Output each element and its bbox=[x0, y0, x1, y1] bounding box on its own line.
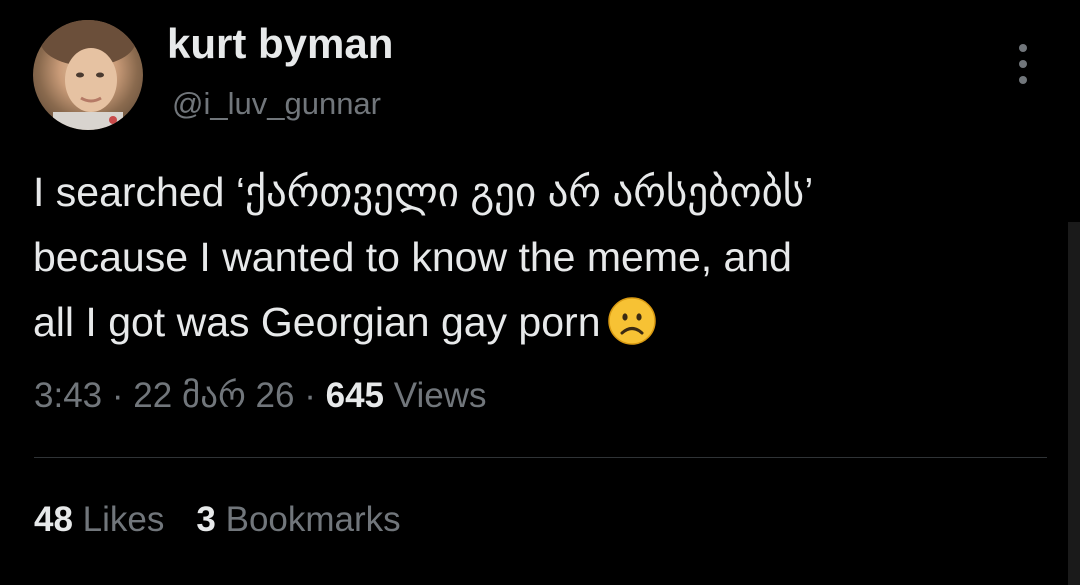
tweet-meta: 3:43 · 22 მარ 26 · 645 Views bbox=[34, 376, 486, 416]
meta-separator: · bbox=[111, 376, 124, 415]
frowning-face-icon bbox=[607, 296, 657, 346]
tweet-time[interactable]: 3:43 bbox=[34, 376, 102, 415]
bookmarks-stat[interactable]: 3 Bookmarks bbox=[196, 500, 400, 539]
likes-stat[interactable]: 48 Likes bbox=[34, 500, 164, 539]
tweet-text-line: because I wanted to know the meme, and bbox=[33, 234, 792, 280]
user-handle[interactable]: @i_luv_gunnar bbox=[172, 86, 381, 122]
views-count: 645 bbox=[325, 376, 385, 415]
tweet: kurt byman @i_luv_gunnar I searched ‘ქარ… bbox=[0, 0, 1080, 585]
more-options-button[interactable] bbox=[1008, 42, 1038, 86]
tweet-date[interactable]: 22 მარ 26 bbox=[133, 376, 294, 415]
views-label: Views bbox=[393, 376, 487, 415]
likes-label: Likes bbox=[82, 500, 165, 539]
more-dot-icon bbox=[1019, 60, 1027, 68]
likes-count: 48 bbox=[34, 500, 73, 539]
bookmarks-label: Bookmarks bbox=[225, 500, 401, 539]
display-name[interactable]: kurt byman bbox=[167, 20, 393, 68]
scrollbar[interactable] bbox=[1068, 222, 1080, 585]
tweet-text-line-content: all I got was Georgian gay porn bbox=[33, 299, 601, 345]
bookmarks-count: 3 bbox=[196, 500, 216, 539]
meta-separator: · bbox=[304, 376, 316, 415]
more-dot-icon bbox=[1019, 76, 1027, 84]
tweet-text-line: I searched ‘ქართველი გეი არ არსებობს’ bbox=[33, 169, 814, 215]
avatar[interactable] bbox=[33, 20, 143, 130]
tweet-text-line: all I got was Georgian gay porn bbox=[33, 290, 1033, 355]
tweet-stats: 48 Likes 3 Bookmarks bbox=[34, 500, 401, 540]
divider bbox=[34, 457, 1047, 458]
more-dot-icon bbox=[1019, 44, 1027, 52]
tweet-text: I searched ‘ქართველი გეი არ არსებობს’ be… bbox=[33, 160, 1033, 355]
